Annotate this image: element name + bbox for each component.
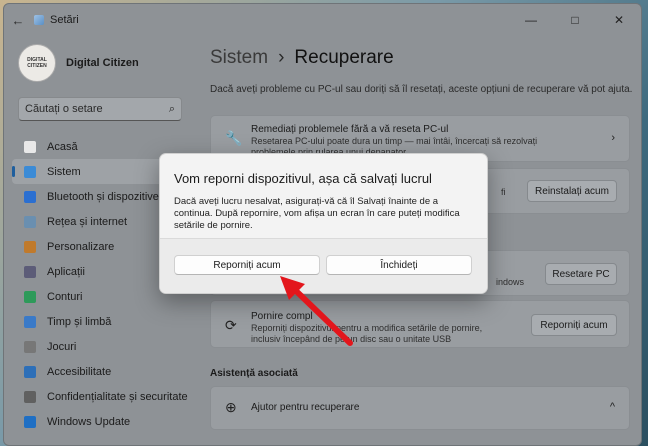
annotation-arrow-icon [280, 276, 353, 346]
